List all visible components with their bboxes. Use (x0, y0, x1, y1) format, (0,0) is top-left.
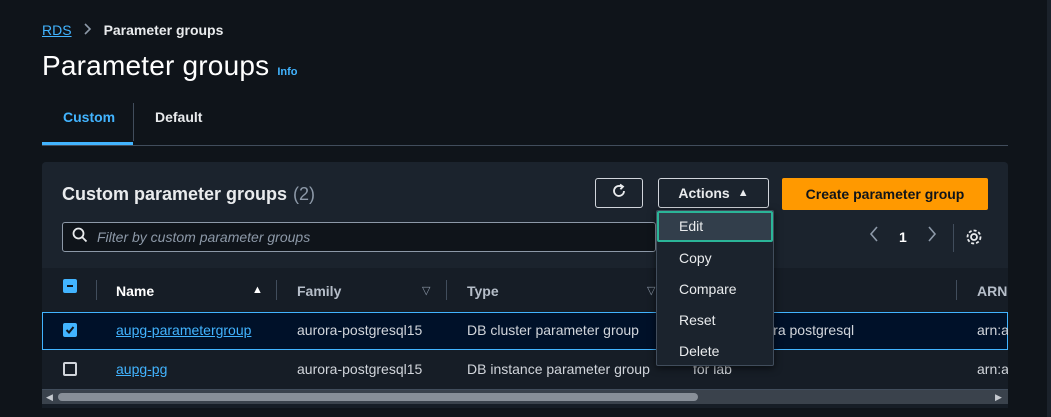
column-header-name[interactable]: Name (116, 283, 154, 299)
scroll-right-icon[interactable]: ▶ (995, 392, 1002, 403)
row-arn: arn:a (977, 322, 1008, 338)
column-header-type[interactable]: Type (467, 283, 499, 299)
breadcrumb-current: Parameter groups (103, 22, 224, 38)
scroll-left-icon[interactable]: ◀ (46, 392, 53, 403)
settings-icon[interactable] (965, 228, 983, 251)
active-tab-indicator (42, 142, 133, 145)
breadcrumb-rds-link[interactable]: RDS (42, 22, 72, 38)
page-header: Parameter groups Info (42, 50, 297, 82)
refresh-button[interactable] (595, 178, 643, 208)
table-row[interactable]: aupg-parametergroup aurora-postgresql15 … (42, 312, 1008, 350)
panel-title: Custom parameter groups (2) (62, 184, 315, 205)
checkmark-icon (65, 326, 75, 334)
search-field (62, 222, 656, 252)
pagination-divider (953, 224, 954, 252)
row-family: aurora-postgresql15 (297, 322, 423, 338)
column-divider (276, 280, 277, 300)
tab-default[interactable]: Default (155, 109, 202, 125)
pagination: 1 (869, 226, 937, 247)
sort-icon[interactable]: ▽ (647, 284, 655, 297)
search-icon (63, 227, 88, 248)
caret-up-icon: ▲ (737, 187, 749, 199)
actions-button[interactable]: Actions ▲ (658, 178, 769, 208)
column-divider (96, 280, 97, 300)
parameter-groups-panel: Custom parameter groups (2) Actions ▲ Cre… (42, 162, 1008, 408)
column-header-arn[interactable]: ARN (977, 283, 1007, 299)
sort-ascending-icon[interactable]: ▲ (252, 284, 263, 296)
page-title: Parameter groups (42, 50, 270, 81)
row-name-link[interactable]: aupg-pg (116, 361, 167, 377)
chevron-right-icon[interactable] (927, 226, 937, 247)
scrollbar-thumb[interactable] (58, 393, 698, 401)
menu-item-copy[interactable]: Copy (657, 243, 773, 274)
actions-dropdown-menu: Edit Copy Compare Reset Delete (656, 210, 774, 366)
chevron-right-icon (83, 22, 92, 38)
chevron-left-icon[interactable] (869, 226, 879, 247)
tab-custom[interactable]: Custom (63, 109, 115, 125)
window-edge (1047, 0, 1051, 417)
row-checkbox[interactable] (63, 362, 77, 376)
table-row[interactable]: aupg-pg aurora-postgresql15 DB instance … (42, 351, 1008, 390)
sort-icon[interactable]: ▽ (422, 284, 430, 297)
actions-label: Actions (678, 185, 730, 201)
search-input[interactable] (95, 228, 639, 246)
table-header: Name ▲ Family ▽ Type ▽ ARN (42, 268, 1008, 313)
refresh-icon (610, 182, 628, 205)
menu-item-reset[interactable]: Reset (657, 305, 773, 336)
select-all-checkbox[interactable] (63, 279, 77, 293)
panel-count: (2) (293, 184, 316, 204)
create-parameter-group-button[interactable]: Create parameter group (782, 178, 988, 210)
tab-divider (133, 103, 134, 141)
info-link[interactable]: Info (277, 66, 297, 78)
breadcrumb: RDS Parameter groups (42, 22, 223, 38)
page-number[interactable]: 1 (899, 229, 907, 245)
panel-title-text: Custom parameter groups (62, 184, 288, 204)
menu-item-edit[interactable]: Edit (657, 211, 773, 242)
row-family: aurora-postgresql15 (297, 361, 423, 377)
row-type: DB instance parameter group (467, 361, 650, 377)
row-name-link[interactable]: aupg-parametergroup (116, 322, 251, 338)
menu-item-compare[interactable]: Compare (657, 274, 773, 305)
tabs: Custom Default (42, 100, 1008, 146)
menu-item-delete[interactable]: Delete (657, 336, 773, 367)
column-header-family[interactable]: Family (297, 283, 341, 299)
horizontal-scrollbar[interactable]: ◀ ▶ (42, 390, 1008, 404)
row-type: DB cluster parameter group (467, 322, 639, 338)
column-divider (446, 280, 447, 300)
row-arn: arn:a (977, 361, 1008, 377)
column-divider (956, 280, 957, 300)
row-checkbox[interactable] (63, 323, 77, 337)
